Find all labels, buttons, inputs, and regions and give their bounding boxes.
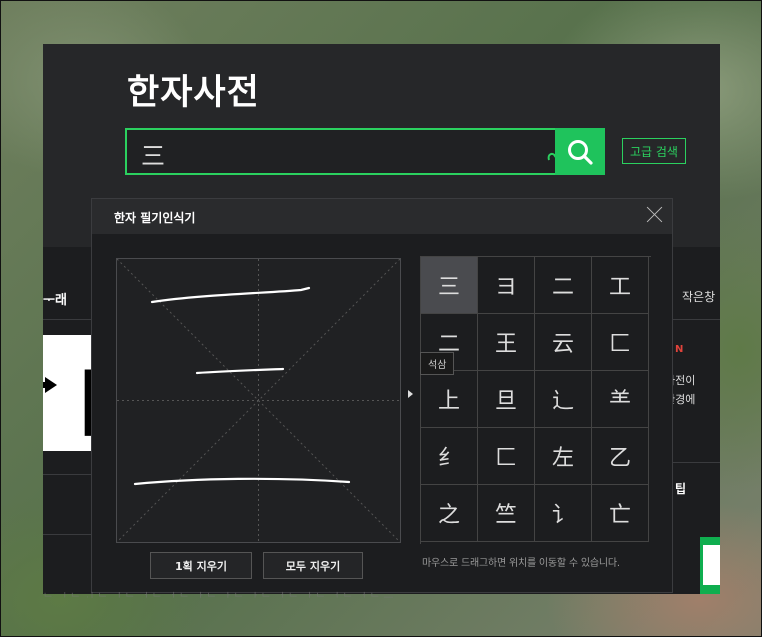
arrow-right-icon bbox=[45, 377, 57, 393]
divider bbox=[671, 462, 720, 463]
small-window-link[interactable]: 작은창 bbox=[682, 288, 715, 305]
search-box[interactable]: 三 bbox=[125, 128, 603, 175]
candidate-grid: 三ヨ二工二王云匚上旦辶⺷纟匚左乙之竺讠亡 bbox=[420, 256, 651, 544]
candidate-char[interactable]: 云 bbox=[535, 314, 592, 371]
tip-banner-image[interactable] bbox=[700, 537, 720, 594]
canvas-guides bbox=[116, 258, 401, 543]
section-label-left: ᅮ래 bbox=[43, 293, 67, 308]
close-icon[interactable] bbox=[645, 206, 663, 224]
candidate-char[interactable]: 纟 bbox=[421, 428, 478, 485]
candidate-char[interactable]: 乙 bbox=[592, 428, 649, 485]
banner-inner bbox=[703, 545, 720, 585]
candidate-char[interactable]: 辶 bbox=[535, 371, 592, 428]
new-badge: N bbox=[675, 344, 684, 355]
clear-one-stroke-button[interactable]: 1획 지우기 bbox=[150, 552, 252, 579]
search-icon bbox=[568, 139, 593, 165]
search-button[interactable] bbox=[555, 128, 605, 175]
divider bbox=[43, 474, 91, 475]
candidate-char[interactable]: 上 bbox=[421, 371, 478, 428]
tip-label: 팁 bbox=[675, 482, 687, 496]
candidate-char[interactable]: 二 bbox=[535, 257, 592, 314]
candidate-char[interactable]: 竺 bbox=[478, 485, 535, 542]
candidate-char[interactable]: 匚 bbox=[478, 428, 535, 485]
dialog-body: 1획 지우기 모두 지우기 三ヨ二工二王云匚上旦辶⺷纟匚左乙之竺讠亡 석삼 마우… bbox=[92, 234, 672, 592]
candidate-char[interactable]: 三 bbox=[421, 257, 478, 314]
pointer-arrow-icon bbox=[408, 390, 413, 398]
bottom-overflow-text: ᄂ ᅵ ᄂ ᆡ ᄂ ᅵ ᄂ ᅥ ᄂ ᅥ ᄂ ᅡ ᄂ ᅡ ᄂ ᅡ ᄂ ᅥ ᄂ ᅡ … bbox=[43, 591, 394, 604]
candidate-char[interactable]: 工 bbox=[592, 257, 649, 314]
candidate-char[interactable]: 旦 bbox=[478, 371, 535, 428]
candidate-char[interactable]: 左 bbox=[535, 428, 592, 485]
candidate-char[interactable]: ⺷ bbox=[592, 371, 649, 428]
stroke-order-image: 自 bbox=[43, 335, 98, 451]
stroke-3 bbox=[133, 477, 351, 486]
divider bbox=[43, 534, 91, 535]
dialog-title: 한자 필기인식기 bbox=[114, 211, 196, 225]
advanced-search-button[interactable]: 고급 검색 bbox=[622, 138, 686, 164]
candidate-char[interactable]: 之 bbox=[421, 485, 478, 542]
clear-all-button[interactable]: 모두 지우기 bbox=[263, 552, 363, 579]
drag-hint: 마우스로 드래그하면 위치를 이동할 수 있습니다. bbox=[422, 558, 620, 569]
candidate-char[interactable]: 匚 bbox=[592, 314, 649, 371]
divider bbox=[43, 319, 91, 320]
drawing-canvas[interactable] bbox=[116, 258, 401, 543]
candidate-char[interactable]: 讠 bbox=[535, 485, 592, 542]
candidate-char[interactable]: ヨ bbox=[478, 257, 535, 314]
handwriting-recognizer-dialog[interactable]: 한자 필기인식기 1획 지우기 모두 지우기 三ヨ二工二王云匚上旦辶⺷纟匚左乙之… bbox=[91, 198, 673, 593]
search-input[interactable]: 三 bbox=[141, 136, 165, 171]
candidate-char[interactable]: 亡 bbox=[592, 485, 649, 542]
candidate-char[interactable]: 王 bbox=[478, 314, 535, 371]
stroke-1 bbox=[150, 286, 311, 304]
divider bbox=[671, 319, 720, 320]
candidate-tooltip: 석삼 bbox=[420, 352, 455, 375]
page-title: 한자사전 bbox=[127, 73, 260, 113]
stroke-2 bbox=[195, 367, 285, 375]
